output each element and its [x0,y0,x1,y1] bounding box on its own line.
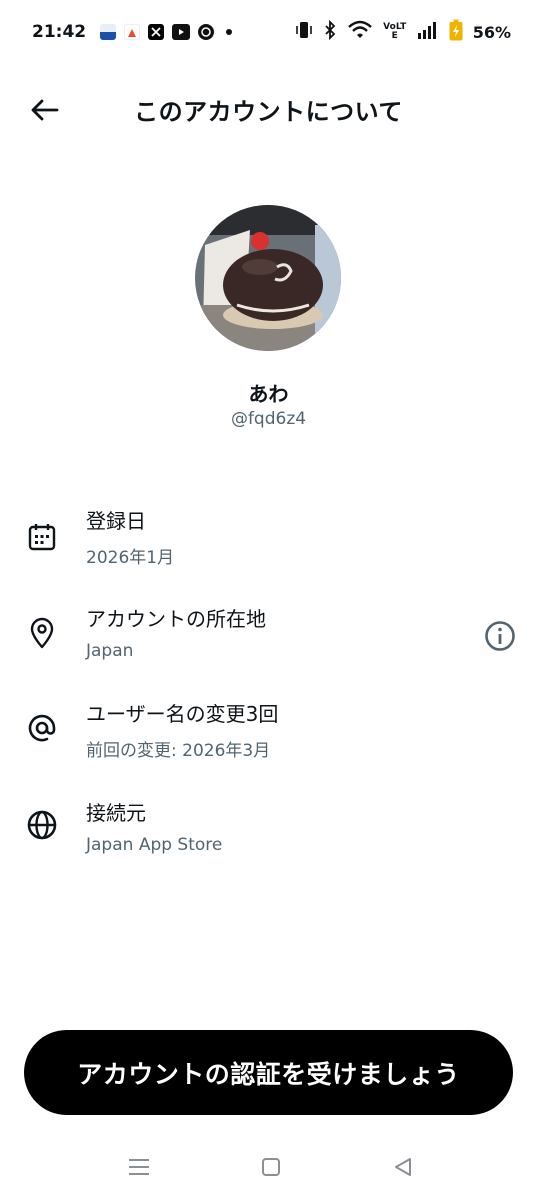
info-row-registration-date: 登録日 2026年1月 [0,505,537,575]
info-label: ユーザー名の変更3回 [86,702,279,726]
info-row-connected-via: 接続元 Japan App Store [0,797,537,867]
wifi-icon [347,20,373,44]
info-icon [485,621,515,651]
status-bar: 21:42 VoLTE 56% [0,0,537,64]
food-app-icon [124,24,141,40]
x-app-icon [148,24,165,40]
status-time: 21:42 [32,22,87,42]
system-back-button[interactable] [388,1154,418,1180]
browser-app-icon [198,24,215,40]
info-value: Japan [86,641,134,661]
avatar [195,205,341,351]
location-pin-icon [24,615,60,651]
at-icon [24,710,60,746]
info-value: 2026年1月 [86,548,175,568]
user-handle: @fqd6z4 [230,409,307,429]
more-notifications-dot [226,29,233,35]
youtube-app-icon [172,24,191,40]
info-value: 前回の変更: 2026年3月 [86,741,271,761]
info-row-account-location: アカウントの所在地 Japan [0,603,537,673]
recent-apps-button[interactable] [124,1154,154,1180]
calendar-icon [24,519,60,555]
verify-account-label: アカウントの認証を受けましょう [77,1059,460,1089]
network-type: VoLTE [383,22,407,41]
home-button[interactable] [256,1154,286,1180]
battery-charging-icon [449,19,463,45]
display-name: あわ [248,382,289,406]
system-nav-bar [0,1140,537,1194]
vibrate-icon [295,20,313,44]
home-square-icon [262,1158,280,1176]
verify-account-button[interactable]: アカウントの認証を受けましょう [24,1030,513,1115]
info-label: 登録日 [86,509,146,533]
info-label: 接続元 [86,801,146,825]
info-label: アカウントの所在地 [86,607,266,631]
back-triangle-icon [395,1158,411,1176]
about-account-screen: 21:42 VoLTE 56% このアカウントについて あわ @fqd6z4 登… [0,0,537,1200]
bluetooth-icon [323,19,337,44]
header: このアカウントについて [0,78,537,142]
signal-icon [417,20,439,44]
menu-icon [129,1159,149,1175]
globe-icon [24,807,60,843]
info-row-username-changes: ユーザー名の変更3回 前回の変更: 2026年3月 [0,698,537,768]
location-info-button[interactable] [483,619,517,653]
info-value: Japan App Store [86,835,223,855]
volte-indicator: VoLTE [383,23,407,41]
battery-percent: 56% [472,22,511,42]
news-app-icon [100,24,117,40]
page-title: このアカウントについて [134,98,403,126]
